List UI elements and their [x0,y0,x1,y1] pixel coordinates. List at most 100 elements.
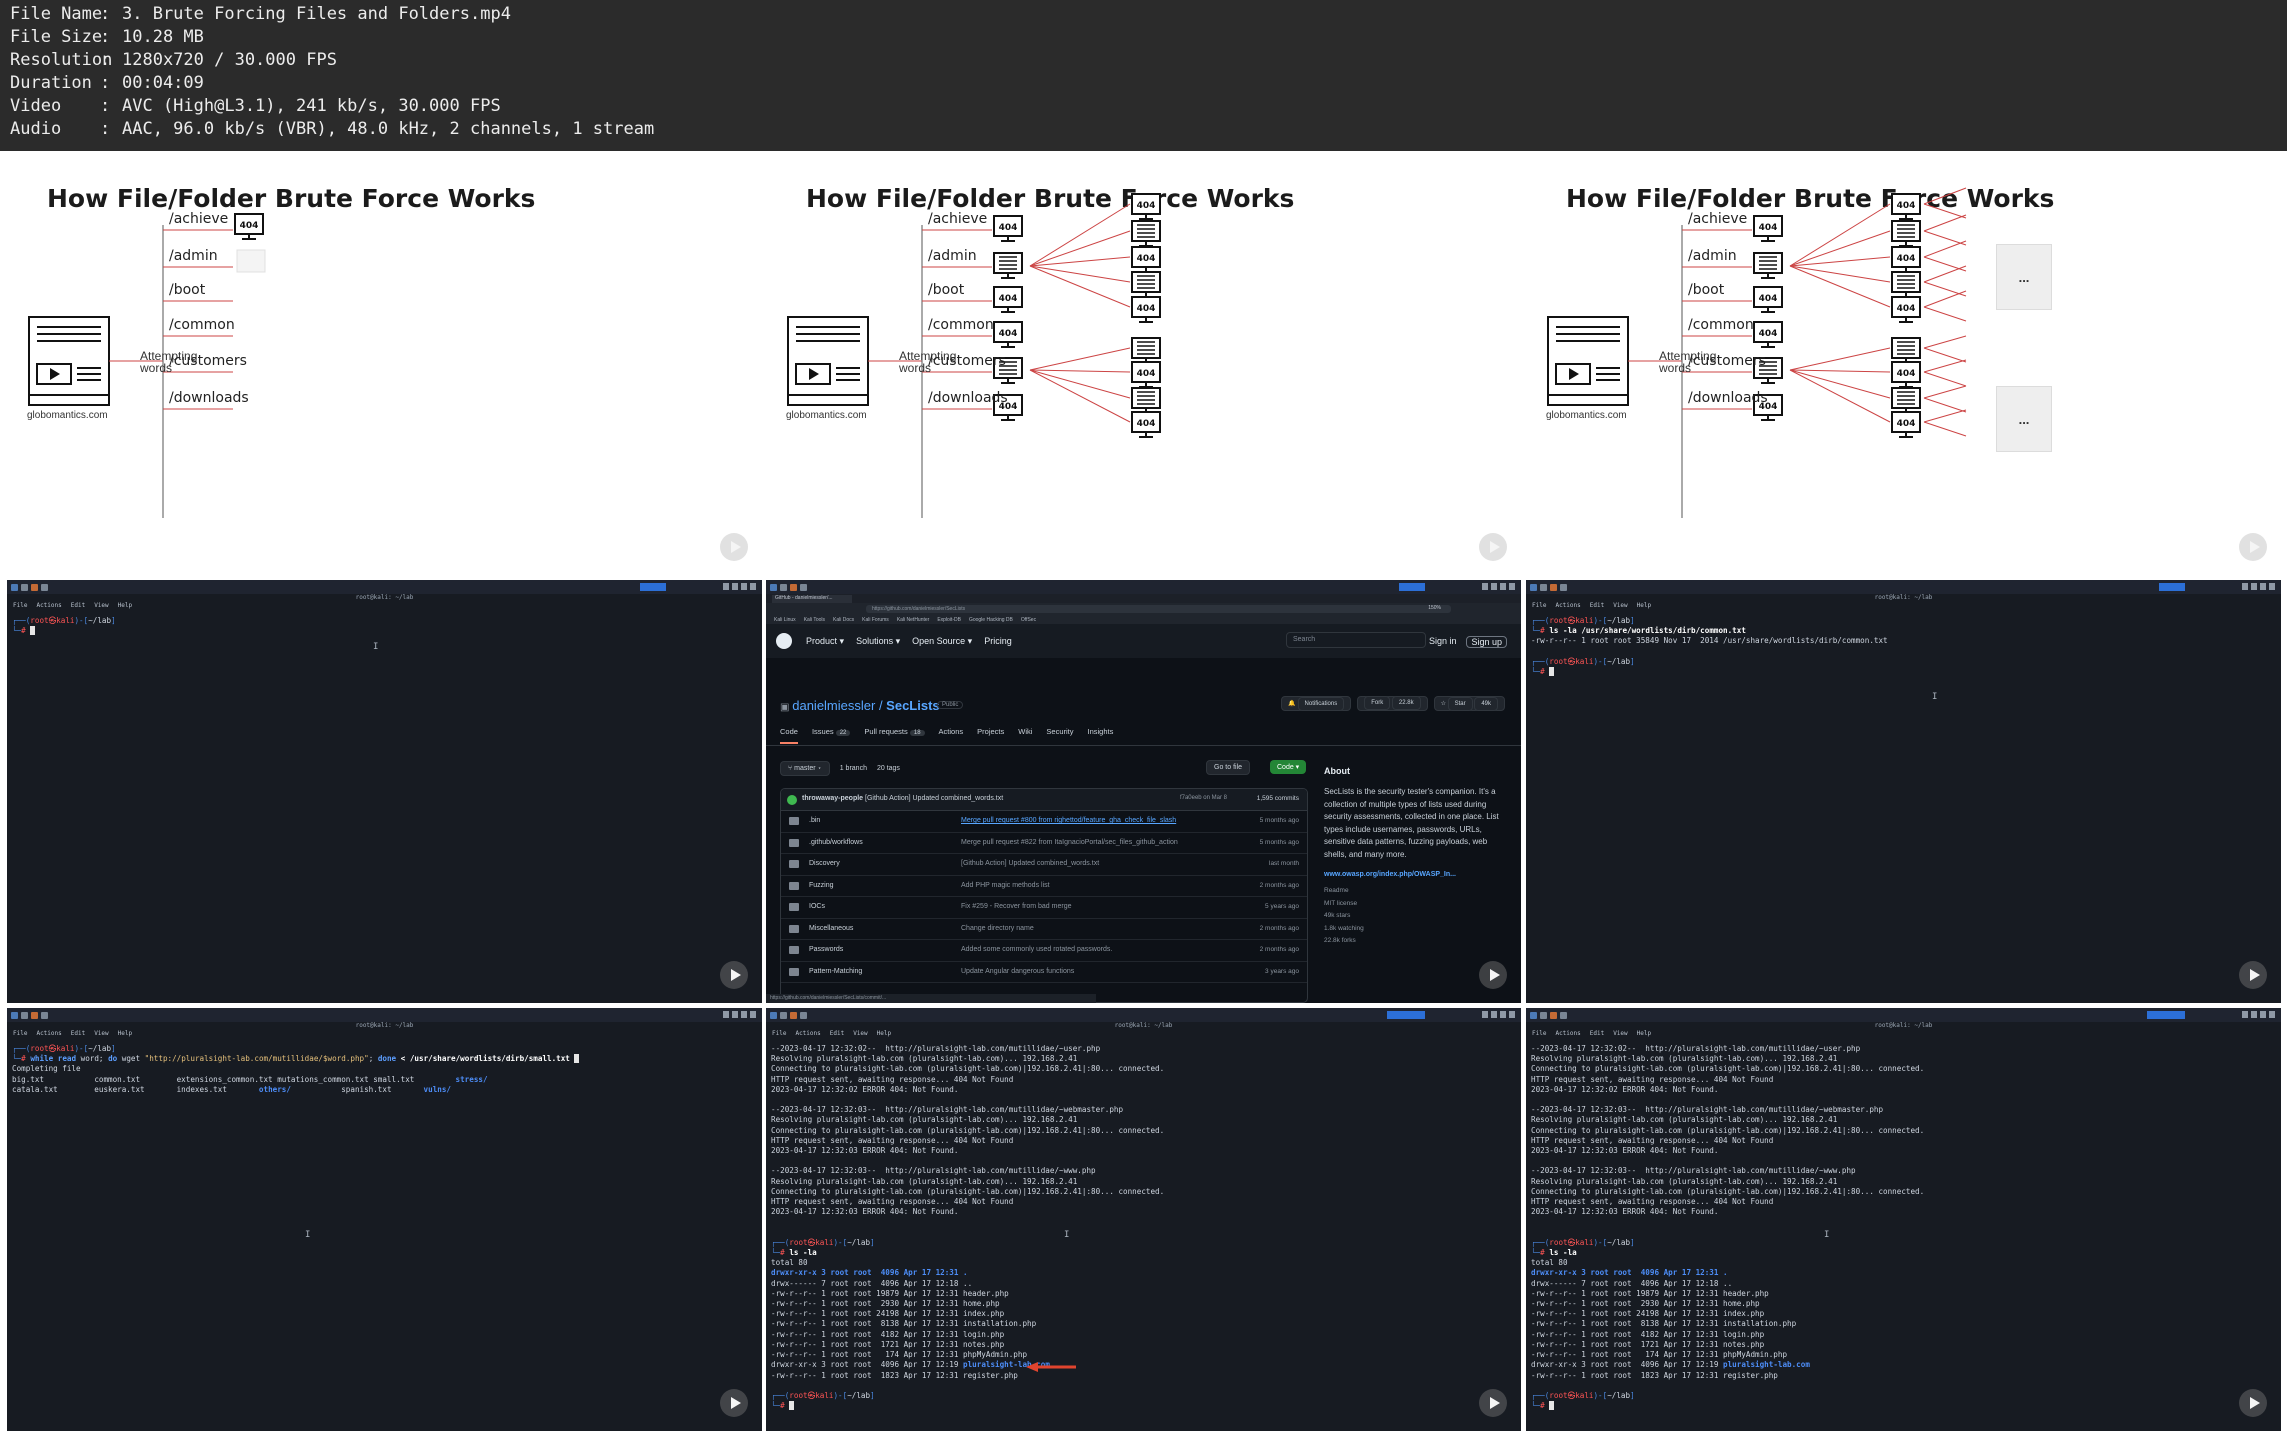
menu-item[interactable]: Actions [36,1030,61,1039]
file-row[interactable]: Discovery [Github Action] Updated combine… [781,854,1307,876]
go-to-file-button[interactable]: Go to file [1206,760,1251,775]
bookmark-item[interactable]: OffSec [1021,617,1036,623]
nav-item[interactable]: Product ▾ [806,636,844,647]
menu-item[interactable]: Help [1637,602,1651,611]
terminal-menubar[interactable]: File Actions Edit View Help [766,1030,891,1039]
tags-link[interactable]: 20 tags [877,765,900,772]
bookmark-item[interactable]: Kali Tools [804,617,825,623]
tab-wiki[interactable]: Wiki [1018,727,1032,744]
menu-item[interactable]: File [13,1030,27,1039]
menu-item[interactable]: Help [877,1030,891,1039]
menu-item[interactable]: Actions [795,1030,820,1039]
terminal-menubar[interactable]: File Actions Edit View Help [7,602,132,611]
file-name-link[interactable]: Fuzzing [809,882,834,889]
menu-item[interactable]: View [94,602,108,611]
tab-insights[interactable]: Insights [1088,727,1114,744]
commits-link[interactable]: 1,595 commits [1257,795,1299,802]
terminal-thumb-3[interactable]: root@kali: ~/lab File Actions Edit View Help… [7,1008,762,1431]
terminal-thumb-1[interactable]: root@kali: ~/lab File Actions Edit View Help… [7,580,762,1003]
bookmark-item[interactable]: Kali Docs [833,617,854,623]
bookmark-item[interactable]: Exploit-DB [937,617,961,623]
about-meta-item[interactable]: 22.8k forks [1324,935,1510,948]
terminal-thumb-4[interactable]: root@kali: ~/lab File Actions Edit View Help… [766,1008,1521,1431]
file-row[interactable]: Pattern-Matching Update Angular dangerous… [781,962,1307,983]
menu-item[interactable]: Edit [1590,1030,1604,1039]
sign-up-link[interactable]: Sign up [1466,636,1507,648]
menu-item[interactable]: File [772,1030,786,1039]
sign-in-link[interactable]: Sign in [1429,636,1457,648]
terminal-thumb-2[interactable]: root@kali: ~/lab File Actions Edit View Help… [1526,580,2281,1003]
file-name-link[interactable]: .github/workflows [809,839,863,846]
tab-security[interactable]: Security [1046,727,1073,744]
menu-item[interactable]: Actions [1555,1030,1580,1039]
terminal-menubar[interactable]: File Actions Edit View Help [1526,1030,1651,1039]
menu-item[interactable]: Edit [830,1030,844,1039]
menu-item[interactable]: File [1532,602,1546,611]
file-name-link[interactable]: Pattern-Matching [809,968,862,975]
notifications-button[interactable]: 🔔 Notifications [1281,696,1352,711]
file-name-link[interactable]: Passwords [809,946,843,953]
menu-item[interactable]: View [853,1030,867,1039]
zoom-level[interactable]: 150% [1428,605,1441,611]
file-row[interactable]: Fuzzing Add PHP magic methods list 2 month… [781,876,1307,897]
menu-item[interactable]: View [94,1030,108,1039]
browser-tab[interactable]: GitHub - danielmiessler/... [772,595,852,603]
fork-button[interactable]: Fork 22.8k [1357,696,1428,711]
file-name-link[interactable]: Discovery [809,860,840,867]
tab-pull-requests[interactable]: Pull requests 18 [864,727,925,744]
terminal-menubar[interactable]: File Actions Edit View Help [1526,602,1651,611]
bookmark-item[interactable]: Kali Linux [774,617,796,623]
file-row[interactable]: Miscellaneous Change directory name 2 mont… [781,919,1307,940]
file-row[interactable]: IOCs Fix #259 - Recover from bad merge 5 y… [781,897,1307,919]
menu-item[interactable]: Actions [36,602,61,611]
branch-select[interactable]: ⑂ master ▾ [780,761,830,776]
nav-item[interactable]: Open Source ▾ [912,636,972,647]
menu-item[interactable]: View [1613,602,1627,611]
search-input[interactable]: Search [1286,632,1426,648]
about-meta-item[interactable]: Readme [1324,885,1510,898]
menu-item[interactable]: Actions [1555,602,1580,611]
star-button[interactable]: ☆ Star 49k [1433,696,1505,711]
menu-item[interactable]: File [13,602,27,611]
bookmark-item[interactable]: Google Hacking DB [969,617,1013,623]
code-button[interactable]: Code ▾ [1270,760,1307,774]
menu-item[interactable]: Help [118,1030,132,1039]
latest-commit-row[interactable]: throwaway-people [Github Action] Updated… [781,789,1307,811]
about-link[interactable]: www.owasp.org/index.php/OWASP_In... [1324,871,1510,878]
about-meta-item[interactable]: MIT license [1324,898,1510,911]
about-meta-item[interactable]: 1.8k watching [1324,923,1510,936]
tab-code[interactable]: Code [780,727,798,744]
file-row[interactable]: .github/workflows Merge pull request #822… [781,833,1307,854]
bookmark-item[interactable]: Kali Forums [862,617,889,623]
repo-owner-link[interactable]: danielmiessler [792,698,875,713]
branches-link[interactable]: 1 branch [840,765,867,772]
file-name-link[interactable]: Miscellaneous [809,925,853,932]
tab-projects[interactable]: Projects [977,727,1004,744]
menu-item[interactable]: View [1613,1030,1627,1039]
tab-issues[interactable]: Issues 22 [812,727,851,744]
about-meta-item[interactable]: 49k stars [1324,910,1510,923]
tab-actions[interactable]: Actions [939,727,964,744]
url-bar[interactable]: https://github.com/danielmiessler/SecLis… [866,605,1451,613]
nav-item[interactable]: Pricing [984,636,1012,647]
slide-thumb-3[interactable]: How File/Folder Brute Force Works 404 404 4… [1526,152,2281,575]
browser-thumb-github[interactable]: GitHub - danielmiessler/... https://gith… [766,580,1521,1003]
repo-name-link[interactable]: SecLists [886,698,939,713]
file-name-link[interactable]: .bin [809,817,820,824]
bookmark-item[interactable]: Kali NetHunter [897,617,930,623]
file-row[interactable]: .bin Merge pull request #800 from righett… [781,811,1307,833]
menu-item[interactable]: Edit [71,1030,85,1039]
menu-item[interactable]: Edit [71,602,85,611]
terminal-thumb-5[interactable]: root@kali: ~/lab File Actions Edit View Help… [1526,1008,2281,1431]
menu-item[interactable]: File [1532,1030,1546,1039]
github-logo-icon[interactable] [776,633,792,649]
file-name-link[interactable]: IOCs [809,903,825,910]
file-row[interactable]: Passwords Added some commonly used rotate… [781,940,1307,962]
menu-item[interactable]: Help [1637,1030,1651,1039]
slide-thumb-2[interactable]: How File/Folder Brute Force Works 404 404 4… [766,152,1521,575]
menu-item[interactable]: Help [118,602,132,611]
menu-item[interactable]: Edit [1590,602,1604,611]
commit-message[interactable]: Merge pull request #800 from righettod/f… [961,817,1176,824]
slide-thumb-1[interactable]: How File/Folder Brute Force Works 404 Atte… [7,152,762,575]
nav-item[interactable]: Solutions ▾ [856,636,900,647]
